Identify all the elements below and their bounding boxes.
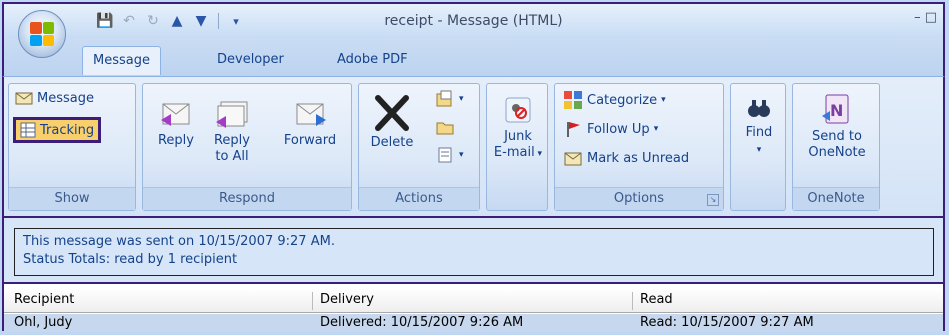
- reply-label: Reply: [157, 133, 194, 148]
- show-tracking-button[interactable]: Tracking: [13, 117, 102, 143]
- binoculars-icon: [748, 100, 770, 117]
- show-message-button[interactable]: Message: [15, 90, 94, 106]
- move-dropdown-icon: ▾: [459, 94, 464, 104]
- minimize-icon[interactable]: – □: [914, 10, 937, 25]
- reply-all-label-1: Reply: [213, 133, 250, 148]
- window-title: receipt - Message (HTML): [384, 13, 563, 29]
- tab-developer[interactable]: Developer: [207, 52, 294, 67]
- group-label-show: Show: [9, 187, 135, 210]
- junk-email-button[interactable]: Junk E-mail ▾: [489, 94, 547, 162]
- onenote-label-2: OneNote: [808, 145, 866, 160]
- find-button[interactable]: Find ▾: [733, 94, 785, 158]
- categorize-button[interactable]: Categorize ▾: [563, 90, 666, 110]
- group-options: Categorize ▾ Follow Up ▾ Mark as Unread Op…: [554, 83, 724, 211]
- junk-dropdown-icon: ▾: [534, 149, 543, 159]
- onenote-label-1: Send to: [812, 129, 862, 144]
- tracking-grid-icon: [20, 122, 36, 138]
- office-button[interactable]: [18, 10, 66, 58]
- delivery-cell: Delivered: 10/15/2007 9:26 AM: [320, 315, 524, 330]
- reply-all-button[interactable]: Reply to All: [209, 98, 255, 165]
- send-to-onenote-button[interactable]: N Send to OneNote: [799, 92, 875, 161]
- ribbon: Message Tracking Show Reply Reply to All…: [2, 76, 945, 218]
- ribbon-tabs: Message Developer Adobe PDF: [2, 38, 945, 76]
- group-onenote: N Send to OneNote OneNote: [792, 83, 880, 211]
- show-tracking-label: Tracking: [40, 122, 95, 138]
- categorize-dropdown-icon: ▾: [661, 95, 666, 105]
- forward-label: Forward: [283, 133, 337, 148]
- create-rule-button[interactable]: [435, 118, 455, 136]
- other-actions-button[interactable]: ▾: [435, 146, 464, 164]
- envelope-icon: [15, 92, 33, 105]
- follow-up-label: Follow Up: [587, 121, 650, 137]
- options-dialog-launcher-icon[interactable]: ↘: [707, 194, 719, 206]
- group-label-respond: Respond: [143, 187, 351, 210]
- column-header-read[interactable]: Read: [640, 292, 673, 307]
- categorize-label: Categorize: [587, 92, 658, 108]
- status-totals-text: Status Totals: read by 1 recipient: [23, 252, 238, 267]
- office-logo-icon: [30, 22, 54, 46]
- flag-icon: [567, 122, 580, 137]
- group-label-options: Options: [555, 187, 723, 210]
- delete-label: Delete: [370, 135, 414, 150]
- delete-button[interactable]: Delete: [367, 94, 417, 151]
- table-row[interactable]: Ohl, Judy Delivered: 10/15/2007 9:26 AM …: [4, 313, 943, 332]
- tracking-table-header: Recipient Delivery Read: [4, 288, 943, 313]
- reply-icon: [161, 103, 190, 126]
- find-label: Find: [745, 125, 773, 140]
- mark-unread-label: Mark as Unread: [587, 150, 690, 166]
- other-actions-dropdown-icon: ▾: [459, 150, 464, 160]
- junk-email-icon: [505, 97, 531, 123]
- tracking-table: Recipient Delivery Read Ohl, Judy Delive…: [2, 284, 945, 332]
- column-divider[interactable]: [632, 292, 633, 310]
- junk-label-1: Junk: [504, 129, 532, 144]
- mark-as-unread-button[interactable]: Mark as Unread: [563, 148, 689, 168]
- info-bar: This message was sent on 10/15/2007 9:27…: [2, 218, 945, 284]
- categorize-icon: [564, 91, 582, 109]
- sent-info-text: This message was sent on 10/15/2007 9:27…: [23, 234, 335, 249]
- group-label-onenote: OneNote: [793, 187, 879, 210]
- group-junk: Junk E-mail ▾: [486, 83, 548, 211]
- forward-button[interactable]: Forward: [279, 98, 341, 149]
- svg-text:N: N: [830, 101, 843, 120]
- outlook-message-window: 💾 ↶ ↻ ▲ ▼ ▾ receipt - Message (HTML) – □…: [2, 2, 947, 332]
- group-show: Message Tracking Show: [8, 83, 136, 211]
- recipient-cell: Ohl, Judy: [14, 315, 73, 330]
- onenote-icon: N: [822, 94, 849, 124]
- follow-up-dropdown-icon: ▾: [653, 124, 659, 134]
- forward-icon: [296, 103, 326, 126]
- group-label-actions: Actions: [359, 187, 479, 210]
- delete-x-icon: [375, 95, 409, 131]
- follow-up-button[interactable]: Follow Up ▾: [563, 119, 658, 139]
- junk-label-2: E-mail: [493, 145, 535, 160]
- group-actions: Delete ▾ ▾ Actions: [358, 83, 480, 211]
- column-header-delivery[interactable]: Delivery: [320, 292, 374, 307]
- column-divider[interactable]: [312, 292, 313, 310]
- reply-all-icon: [216, 101, 248, 128]
- move-to-folder-button[interactable]: ▾: [435, 90, 464, 108]
- tab-message[interactable]: Message: [82, 46, 161, 75]
- tab-adobe-pdf[interactable]: Adobe PDF: [327, 52, 418, 67]
- other-actions-icon: [438, 147, 452, 163]
- move-to-folder-icon: [436, 90, 452, 107]
- reply-all-label-2: to All: [215, 149, 249, 164]
- folder-icon: [436, 122, 454, 135]
- group-respond: Reply Reply to All Forward Respond: [142, 83, 352, 211]
- title-bar: 💾 ↶ ↻ ▲ ▼ ▾ receipt - Message (HTML) – □: [2, 2, 945, 58]
- find-dropdown-icon: ▾: [756, 145, 762, 155]
- mark-unread-icon: [564, 152, 582, 166]
- tracking-info-box: This message was sent on 10/15/2007 9:27…: [14, 228, 934, 276]
- column-header-recipient[interactable]: Recipient: [14, 292, 74, 307]
- read-cell: Read: 10/15/2007 9:27 AM: [640, 315, 814, 330]
- reply-button[interactable]: Reply: [153, 98, 199, 149]
- group-find: Find ▾: [730, 83, 786, 211]
- show-message-label: Message: [37, 90, 94, 106]
